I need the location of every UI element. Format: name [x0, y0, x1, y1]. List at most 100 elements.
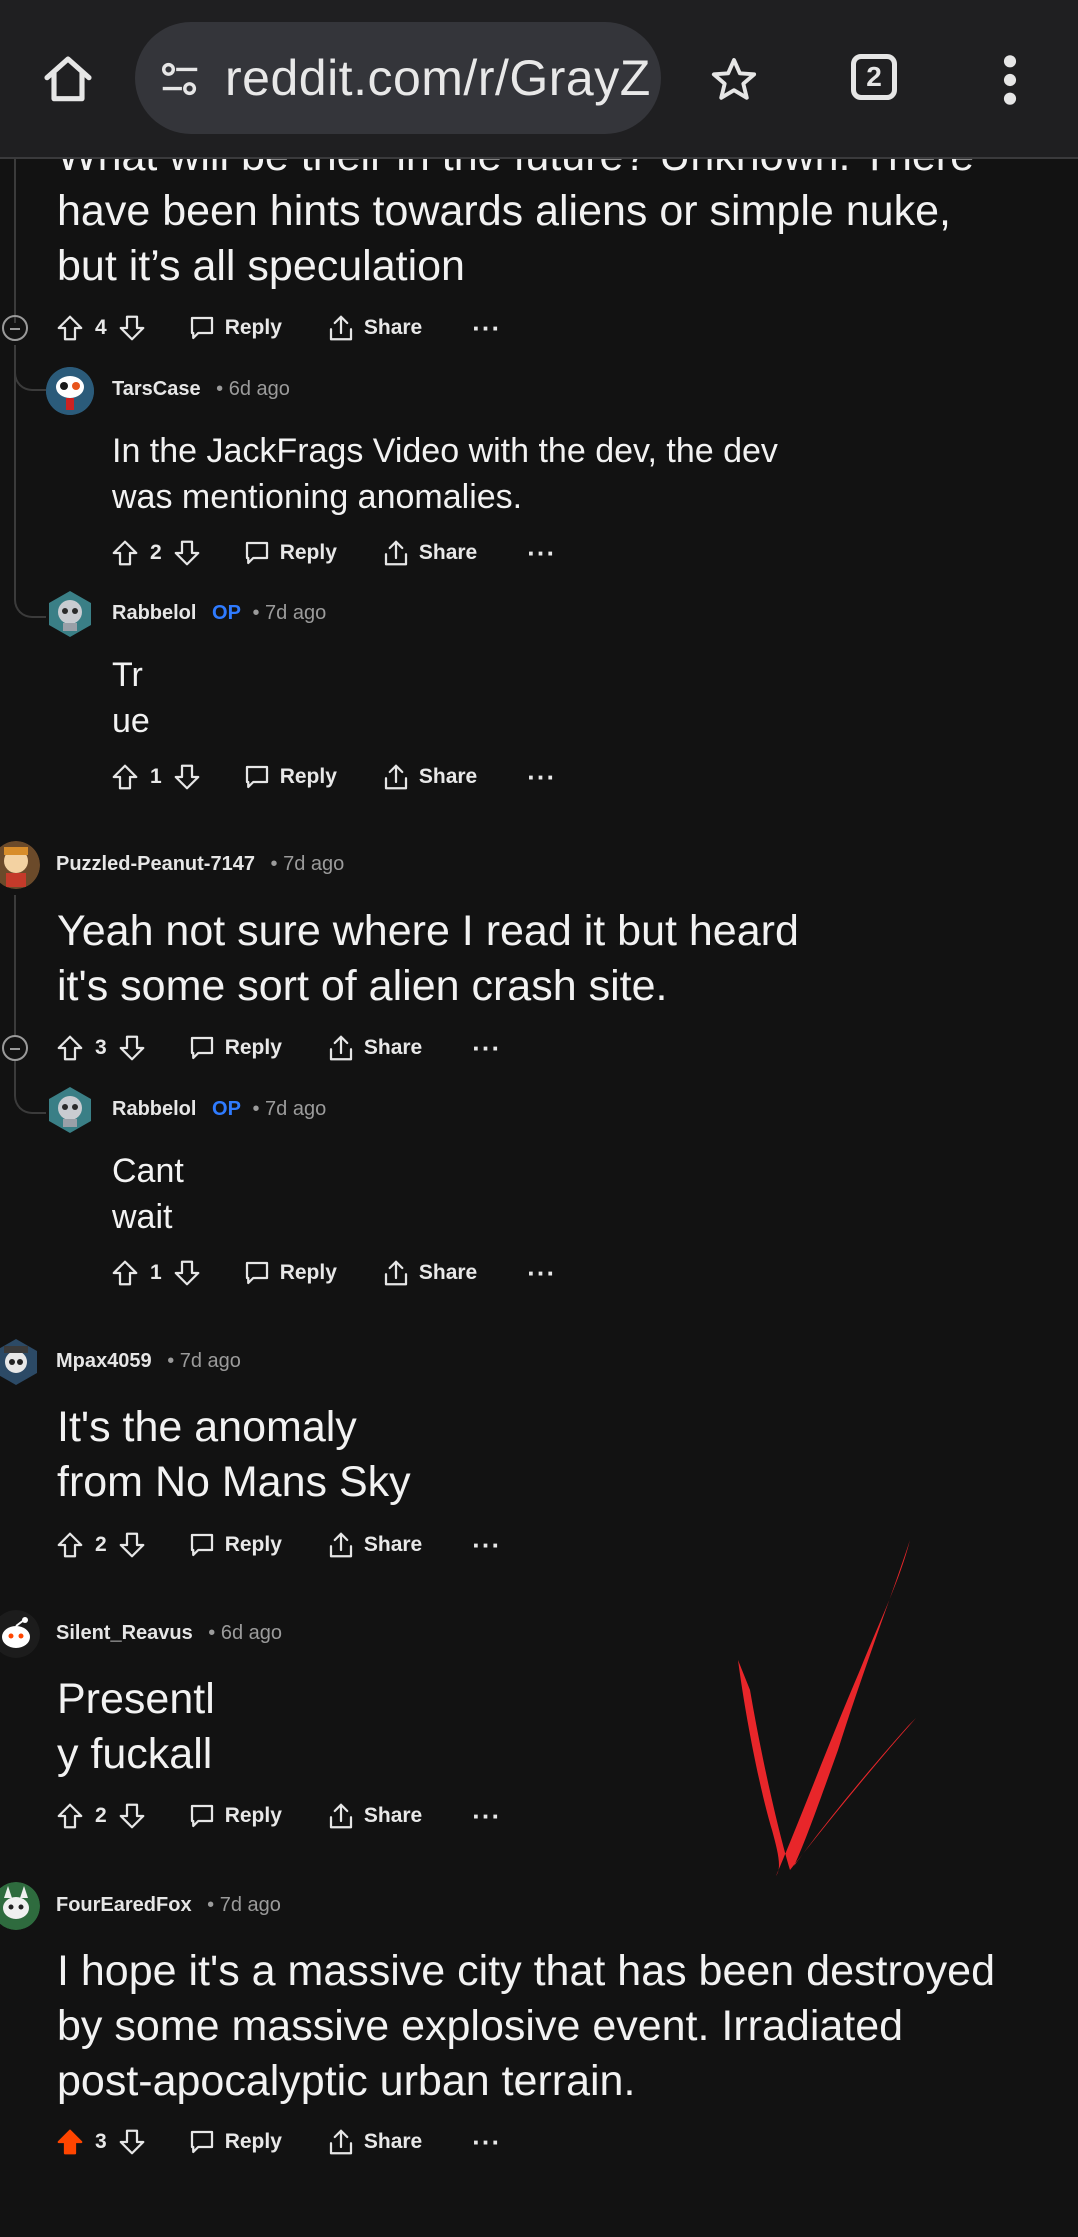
username-link[interactable]: FourEaredFox: [56, 1894, 192, 1916]
upvote-button[interactable]: [55, 1801, 85, 1831]
share-button[interactable]: Share: [381, 538, 477, 568]
avatar[interactable]: [0, 841, 40, 889]
robot-avatar-icon: [49, 1087, 91, 1133]
downvote-button[interactable]: [117, 1801, 147, 1831]
reply-label: Reply: [279, 765, 337, 788]
downvote-icon: [119, 2129, 145, 2155]
reply-label: Reply: [224, 2130, 282, 2153]
timestamp: • 6d ago: [216, 378, 290, 400]
share-label: Share: [418, 1261, 478, 1284]
downvote-button[interactable]: [172, 762, 202, 792]
comment-body: Presentl y fuckall: [57, 1675, 215, 1778]
thread-connector: [14, 1060, 46, 1114]
site-settings-icon[interactable]: [157, 56, 203, 102]
share-icon: [329, 2129, 352, 2155]
share-button[interactable]: Share: [326, 313, 422, 343]
downvote-icon: [174, 764, 200, 790]
red-checkmark-annotation: [738, 1540, 916, 1876]
share-button[interactable]: Share: [326, 1530, 422, 1560]
more-options-button[interactable]: ···: [472, 1033, 501, 1064]
collapse-thread-button[interactable]: [2, 1035, 28, 1061]
username-link[interactable]: Silent_Reavus: [56, 1622, 193, 1644]
timestamp: • 6d ago: [208, 1622, 283, 1644]
reply-button[interactable]: Reply: [242, 538, 337, 568]
username-link[interactable]: Rabbelol: [112, 602, 196, 624]
reply-button[interactable]: Reply: [187, 313, 282, 343]
thread-line: [14, 150, 16, 323]
vote-count: 3: [95, 1036, 107, 1059]
more-options-button[interactable]: ···: [527, 762, 556, 793]
more-options-button[interactable]: ···: [472, 2127, 501, 2158]
home-icon[interactable]: [40, 52, 96, 108]
username-link[interactable]: Puzzled-Peanut-7147: [56, 853, 255, 875]
reply-button[interactable]: Reply: [187, 1033, 282, 1063]
timestamp: • 7d ago: [207, 1894, 281, 1916]
upvote-button[interactable]: [55, 2127, 85, 2157]
share-icon: [384, 1260, 407, 1286]
more-options-button[interactable]: ···: [527, 1258, 556, 1289]
share-button[interactable]: Share: [326, 2127, 422, 2157]
upvote-button[interactable]: [55, 1033, 85, 1063]
downvote-button[interactable]: [117, 1033, 147, 1063]
avatar[interactable]: [46, 1086, 94, 1134]
downvote-button[interactable]: [117, 313, 147, 343]
share-button[interactable]: Share: [326, 1033, 422, 1063]
timestamp: • 7d ago: [252, 602, 327, 624]
upvote-button[interactable]: [55, 1530, 85, 1560]
upvote-button[interactable]: [55, 313, 85, 343]
comment-actions: 2 Reply Share ···: [110, 533, 556, 573]
reply-label: Reply: [224, 1804, 282, 1827]
upvote-icon: [57, 1803, 83, 1829]
downvote-button[interactable]: [117, 2127, 147, 2157]
more-options-button[interactable]: ···: [527, 538, 556, 569]
share-label: Share: [363, 316, 423, 339]
star-icon[interactable]: [708, 54, 760, 106]
tab-switcher-button[interactable]: 2: [851, 54, 897, 100]
comment-meta: Mpax4059 • 7d ago: [56, 1350, 241, 1373]
comment-meta: Rabbelol OP • 7d ago: [112, 1098, 326, 1121]
comment-actions: 1 Reply Share ···: [110, 1253, 556, 1293]
op-badge: OP: [212, 1098, 241, 1120]
upvote-icon: [112, 540, 138, 566]
downvote-icon: [174, 1260, 200, 1286]
comment-actions: 2 Reply Share ···: [55, 1525, 501, 1565]
downvote-icon: [119, 1532, 145, 1558]
more-options-button[interactable]: ···: [472, 313, 501, 344]
upvote-icon: [57, 315, 83, 341]
avatar[interactable]: [0, 1882, 40, 1930]
reply-button[interactable]: Reply: [187, 2127, 282, 2157]
more-options-button[interactable]: ···: [472, 1801, 501, 1832]
share-button[interactable]: Share: [381, 762, 477, 792]
avatar[interactable]: [0, 1338, 40, 1386]
upvote-button[interactable]: [110, 538, 140, 568]
downvote-button[interactable]: [172, 1258, 202, 1288]
more-options-button[interactable]: ···: [472, 1530, 501, 1561]
address-bar[interactable]: reddit.com/r/GrayZ: [135, 22, 661, 134]
reply-button[interactable]: Reply: [187, 1801, 282, 1831]
downvote-button[interactable]: [117, 1530, 147, 1560]
username-link[interactable]: TarsCase: [112, 378, 201, 400]
share-icon: [329, 1035, 352, 1061]
share-button[interactable]: Share: [326, 1801, 422, 1831]
vote-count: 2: [95, 1533, 107, 1556]
avatar[interactable]: [46, 590, 94, 638]
upvote-button[interactable]: [110, 1258, 140, 1288]
snoo-avatar-icon: [0, 1339, 37, 1385]
avatar[interactable]: [46, 367, 94, 415]
collapse-thread-button[interactable]: [2, 315, 28, 341]
reply-button[interactable]: Reply: [187, 1530, 282, 1560]
upvote-filled-icon: [57, 2129, 83, 2155]
comment-thread: What will be their in the future? Unknow…: [0, 0, 1078, 2237]
reply-button[interactable]: Reply: [242, 762, 337, 792]
username-link[interactable]: Rabbelol: [112, 1098, 196, 1120]
upvote-icon: [112, 1260, 138, 1286]
reply-button[interactable]: Reply: [242, 1258, 337, 1288]
downvote-button[interactable]: [172, 538, 202, 568]
share-button[interactable]: Share: [381, 1258, 477, 1288]
upvote-button[interactable]: [110, 762, 140, 792]
share-icon: [384, 540, 407, 566]
reply-label: Reply: [224, 316, 282, 339]
more-vert-icon[interactable]: [996, 52, 1024, 108]
avatar[interactable]: [0, 1610, 40, 1658]
username-link[interactable]: Mpax4059: [56, 1350, 152, 1372]
